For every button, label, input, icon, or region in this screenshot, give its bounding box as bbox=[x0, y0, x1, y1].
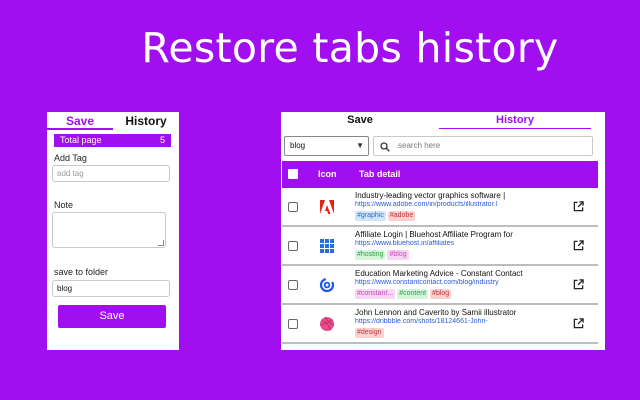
tab-history[interactable]: History bbox=[113, 112, 179, 130]
column-tab-detail: Tab detail bbox=[359, 169, 401, 179]
save-panel: Save History Total page 5 Add Tag add ta… bbox=[47, 112, 179, 350]
headline: Restore tabs history bbox=[141, 24, 559, 72]
folder-label: save to folder bbox=[54, 267, 109, 277]
folder-select-value: blog bbox=[290, 141, 306, 150]
row-checkbox[interactable] bbox=[288, 241, 298, 251]
folder-select[interactable]: blog ▼ bbox=[284, 136, 369, 156]
total-page-label: Total page bbox=[60, 135, 102, 145]
tag[interactable]: #blog bbox=[430, 289, 452, 299]
table-row[interactable]: John Lennon and Caverito by Samii illust… bbox=[282, 305, 598, 344]
row-checkbox[interactable] bbox=[288, 319, 298, 329]
select-all-checkbox[interactable] bbox=[288, 169, 298, 179]
tab-url[interactable]: https://www.constantcontact.com/blog/ind… bbox=[355, 279, 565, 286]
save-panel-tabs: Save History bbox=[47, 112, 179, 130]
resize-grip-icon[interactable] bbox=[158, 240, 164, 246]
constant-contact-icon bbox=[319, 277, 335, 293]
tag[interactable]: #design bbox=[355, 328, 384, 338]
total-page-count: 5 bbox=[159, 135, 165, 145]
tag[interactable]: #graphic bbox=[355, 211, 386, 221]
open-external-icon[interactable] bbox=[573, 240, 584, 251]
tab-title: Affiliate Login | Bluehost Affiliate Pro… bbox=[355, 230, 513, 239]
tab-url[interactable]: https://www.adobe.com/in/products/illust… bbox=[355, 201, 565, 208]
table-row[interactable]: Affiliate Login | Bluehost Affiliate Pro… bbox=[282, 227, 598, 266]
tag-list: #graphic #adobe bbox=[355, 211, 416, 221]
column-icon: Icon bbox=[318, 169, 337, 179]
tag[interactable]: #blog bbox=[387, 250, 409, 260]
open-external-icon[interactable] bbox=[573, 201, 584, 212]
tag[interactable]: #hosting bbox=[355, 250, 386, 260]
tab-save[interactable]: Save bbox=[47, 112, 113, 130]
tab-url[interactable]: https://www.bluehost.in/affiliates bbox=[355, 240, 565, 247]
tag[interactable]: #adobe bbox=[387, 211, 416, 221]
tab-title: Industry-leading vector graphics softwar… bbox=[355, 191, 506, 200]
dribbble-icon bbox=[320, 316, 334, 331]
table-row[interactable]: Industry-leading vector graphics softwar… bbox=[282, 188, 598, 227]
add-tag-label: Add Tag bbox=[54, 153, 87, 163]
open-external-icon[interactable] bbox=[573, 279, 584, 290]
tab-title: John Lennon and Caverito by Samii illust… bbox=[355, 308, 517, 317]
note-textarea[interactable] bbox=[52, 212, 166, 248]
tab-title: Education Marketing Advice - Constant Co… bbox=[355, 269, 523, 278]
tab-history[interactable]: History bbox=[439, 112, 591, 129]
open-external-icon[interactable] bbox=[573, 318, 584, 329]
chevron-down-icon: ▼ bbox=[356, 141, 364, 150]
tag-list: #design bbox=[355, 328, 384, 338]
search-input[interactable]: search here bbox=[373, 136, 593, 156]
add-tag-input[interactable]: add tag bbox=[52, 165, 170, 182]
row-checkbox[interactable] bbox=[288, 280, 298, 290]
search-placeholder: search here bbox=[398, 141, 441, 150]
tag-list: #hosting #blog bbox=[355, 250, 409, 260]
folder-input[interactable]: blog bbox=[52, 280, 170, 297]
tag[interactable]: #content bbox=[397, 289, 429, 299]
tab-save[interactable]: Save bbox=[281, 112, 439, 128]
tab-url[interactable]: https://dribbble.com/shots/18124661-John… bbox=[355, 318, 565, 325]
bluehost-icon bbox=[320, 239, 334, 253]
adobe-icon bbox=[320, 200, 334, 214]
history-panel-tabs: Save History bbox=[281, 112, 605, 130]
tag-list: #constant... #content #blog bbox=[355, 289, 452, 299]
search-icon bbox=[380, 142, 390, 152]
note-label: Note bbox=[54, 200, 74, 210]
row-checkbox[interactable] bbox=[288, 202, 298, 212]
history-list: Industry-leading vector graphics softwar… bbox=[282, 188, 598, 344]
tag[interactable]: #constant... bbox=[355, 289, 396, 299]
history-panel: Save History blog ▼ search here Icon Tab… bbox=[281, 112, 605, 350]
save-button[interactable]: Save bbox=[58, 305, 166, 328]
table-header: Icon Tab detail bbox=[282, 161, 598, 188]
total-page-bar: Total page 5 bbox=[54, 134, 171, 147]
table-row[interactable]: Education Marketing Advice - Constant Co… bbox=[282, 266, 598, 305]
